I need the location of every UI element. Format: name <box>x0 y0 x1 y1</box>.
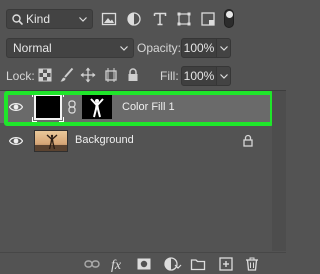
filter-toggle-switch[interactable] <box>224 9 234 28</box>
smart-object-filter-icon[interactable] <box>200 11 216 27</box>
adjustment-filter-icon[interactable] <box>126 11 142 27</box>
lock-all-icon[interactable] <box>125 67 141 83</box>
fill-color-thumbnail[interactable] <box>32 92 64 122</box>
link-layers-icon[interactable] <box>84 256 100 272</box>
chevron-down-icon <box>219 73 228 79</box>
layers-scrollbar[interactable] <box>272 91 286 251</box>
opacity-label: Opacity: <box>137 41 182 55</box>
lock-position-icon[interactable] <box>80 67 96 83</box>
delete-layer-icon[interactable] <box>244 256 260 272</box>
fill-dropdown-button[interactable] <box>217 66 231 86</box>
layer-lock-icon <box>243 134 253 147</box>
add-mask-icon[interactable] <box>136 256 152 272</box>
visibility-eye-icon[interactable] <box>9 135 23 147</box>
background-thumbnail[interactable] <box>34 130 68 152</box>
opacity-value: 100% <box>183 41 215 55</box>
search-icon <box>12 13 23 25</box>
fill-label: Fill: <box>160 69 179 83</box>
image-filter-icon[interactable] <box>101 11 117 27</box>
layer-mask-thumbnail[interactable] <box>82 95 112 119</box>
chevron-down-icon <box>120 45 128 51</box>
shape-filter-icon[interactable] <box>176 11 192 27</box>
person-silhouette-icon <box>90 98 104 118</box>
svg-text:fx: fx <box>111 258 122 272</box>
blend-mode-select[interactable]: Normal <box>6 38 134 58</box>
lock-image-icon[interactable] <box>59 67 75 83</box>
kind-filter-label: Kind <box>26 12 51 26</box>
toggle-knob <box>226 11 233 18</box>
artboard-lock-icon[interactable] <box>103 67 119 83</box>
new-group-icon[interactable] <box>190 256 206 272</box>
lock-transparent-icon[interactable] <box>37 67 53 83</box>
blend-mode-value: Normal <box>13 41 52 55</box>
beach-photo-image <box>35 131 67 151</box>
layer-row-color-fill[interactable]: Color Fill 1 <box>0 91 270 123</box>
new-layer-icon[interactable] <box>218 256 234 272</box>
mask-link-icon[interactable] <box>68 100 76 114</box>
chevron-down-icon <box>79 16 87 22</box>
layer-row-background[interactable]: Background <box>0 125 270 157</box>
layer-name[interactable]: Background <box>75 134 134 146</box>
chevron-down-icon <box>219 45 228 51</box>
opacity-dropdown-button[interactable] <box>217 38 231 58</box>
fill-input[interactable]: 100% <box>181 66 217 86</box>
opacity-input[interactable]: 100% <box>181 38 217 58</box>
fill-value: 100% <box>183 69 215 83</box>
type-filter-icon[interactable] <box>152 11 168 27</box>
layer-name[interactable]: Color Fill 1 <box>122 101 175 113</box>
chevron-down-icon <box>174 264 182 269</box>
visibility-eye-icon[interactable] <box>9 101 23 113</box>
fx-icon[interactable]: fx <box>110 256 128 272</box>
lock-label: Lock: <box>6 69 35 83</box>
kind-filter-select[interactable]: Kind <box>6 9 93 29</box>
